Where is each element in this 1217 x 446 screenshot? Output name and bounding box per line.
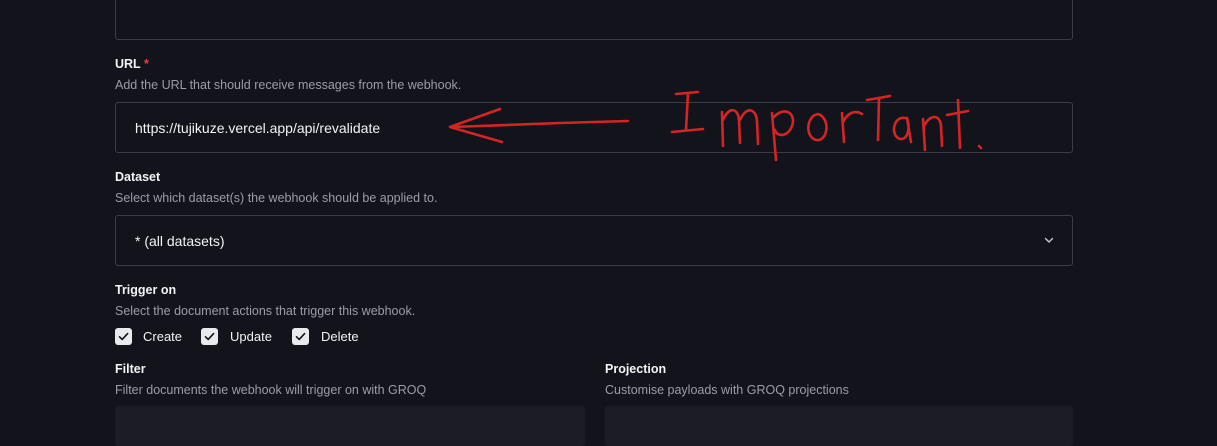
update-checkbox-label[interactable]: Update bbox=[230, 329, 272, 344]
url-input[interactable]: https://tujikuze.vercel.app/api/revalida… bbox=[115, 102, 1073, 153]
handwritten-annotation bbox=[448, 90, 983, 162]
create-checkbox-label[interactable]: Create bbox=[143, 329, 182, 344]
check-icon bbox=[118, 332, 129, 341]
required-marker: * bbox=[143, 57, 149, 71]
dataset-selected-value: * (all datasets) bbox=[135, 233, 225, 249]
projection-description: Customise payloads with GROQ projections bbox=[605, 383, 849, 397]
dataset-label: Dataset bbox=[115, 170, 161, 184]
trigger-label: Trigger on bbox=[115, 283, 177, 297]
delete-checkbox-label[interactable]: Delete bbox=[321, 329, 359, 344]
previous-field-textarea[interactable] bbox=[115, 0, 1073, 40]
dataset-select[interactable]: * (all datasets) bbox=[115, 215, 1073, 266]
url-description: Add the URL that should receive messages… bbox=[115, 78, 462, 92]
filter-editor[interactable] bbox=[115, 406, 585, 446]
dataset-description: Select which dataset(s) the webhook shou… bbox=[115, 191, 438, 205]
filter-label: Filter bbox=[115, 362, 146, 376]
projection-editor[interactable] bbox=[605, 406, 1073, 446]
projection-label: Projection bbox=[605, 362, 667, 376]
url-input-value: https://tujikuze.vercel.app/api/revalida… bbox=[135, 120, 381, 136]
check-icon bbox=[295, 332, 306, 341]
chevron-down-icon bbox=[1044, 237, 1054, 243]
delete-checkbox[interactable] bbox=[292, 328, 309, 345]
create-checkbox[interactable] bbox=[115, 328, 132, 345]
update-checkbox[interactable] bbox=[201, 328, 218, 345]
url-label: URL * bbox=[115, 57, 149, 71]
check-icon bbox=[204, 332, 215, 341]
filter-description: Filter documents the webhook will trigge… bbox=[115, 383, 427, 397]
trigger-description: Select the document actions that trigger… bbox=[115, 304, 416, 318]
